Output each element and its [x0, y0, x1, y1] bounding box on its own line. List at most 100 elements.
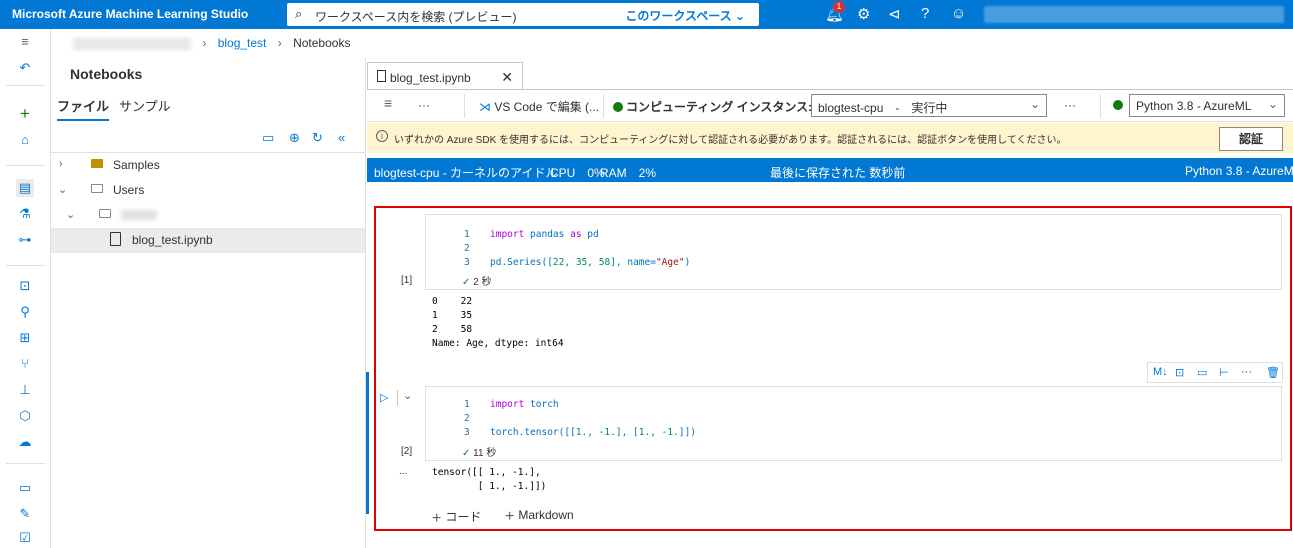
tree-item-label: blog_test.ipynb [132, 233, 213, 247]
active-cell-indicator [366, 372, 369, 514]
execution-count: [2] [401, 446, 413, 457]
compute-icon[interactable]: ▭ [16, 479, 34, 497]
markdown-toggle-icon[interactable]: M↓ [1153, 366, 1168, 378]
collapse-panel-icon[interactable]: « [338, 130, 345, 145]
code-cell-2[interactable]: 1 2 3 import torch torch.tensor([[1., -1… [425, 386, 1282, 461]
code-line[interactable]: pd.Series([22, 35, 58], name="Age") [490, 257, 690, 268]
plus-icon: + [432, 510, 442, 527]
kernel-state: blogtest-cpu - カーネルのアイドル [374, 166, 558, 180]
chevron-down-icon[interactable]: ⌄ [66, 208, 75, 221]
rail-divider [6, 265, 45, 266]
tree-item-samples[interactable]: › Samples [51, 153, 365, 178]
automl-icon[interactable]: ⚗ [16, 205, 34, 223]
add-code-cell-button[interactable]: + コード [432, 508, 481, 528]
datasets-icon[interactable]: ⊡ [16, 277, 34, 295]
labeling-icon[interactable]: ☑ [16, 529, 34, 547]
back-icon[interactable]: ↶ [16, 59, 34, 77]
tree-item-users[interactable]: ⌄ Users [51, 178, 365, 203]
auth-warning-banner: i いずれかの Azure SDK を使用するには、コンピューティングに対して認… [367, 123, 1293, 153]
menu-icon[interactable]: ≡ [384, 95, 392, 111]
rail-divider [6, 463, 45, 464]
chevron-right-icon[interactable]: › [59, 158, 63, 170]
models-icon[interactable]: ⊥ [16, 381, 34, 399]
settings-icon[interactable]: ⚙ [857, 5, 870, 23]
vscode-edit-button[interactable]: ⋊ VS Code で編集 (... [479, 98, 599, 115]
hamburger-menu-icon[interactable]: ≡ [16, 33, 34, 51]
deploy-icon[interactable]: ☁ [16, 433, 34, 451]
feedback-icon[interactable]: ⊲ [888, 5, 901, 23]
models-graph-icon[interactable]: ⑂ [16, 355, 34, 373]
execution-time: ✓ 2 秒 [462, 277, 492, 288]
run-by-line-icon[interactable]: ⊡ [1175, 366, 1184, 379]
breadcrumb: › blog_test › Notebooks [73, 36, 350, 50]
new-icon[interactable]: + [16, 105, 34, 123]
breadcrumb-current: Notebooks [293, 36, 351, 50]
more-options-icon[interactable]: ··· [1241, 366, 1252, 378]
notification-badge: 1 [833, 1, 845, 13]
search-input[interactable]: ワークスペース内を検索 (プレビュー) [315, 8, 517, 25]
file-tab[interactable]: blog_test.ipynb ✕ [367, 62, 523, 90]
search-box[interactable]: ⌕ ワークスペース内を検索 (プレビュー) このワークスペース ⌄ [287, 3, 759, 26]
tree-item-user-folder[interactable]: ⌄ [51, 203, 365, 228]
close-icon[interactable]: ✕ [501, 69, 513, 86]
add-markdown-cell-button[interactable]: + Markdown [505, 508, 574, 526]
code-line[interactable]: torch.tensor([[1., -1.], [1., -1.]]) [490, 427, 696, 438]
cpu-usage: CPU 0% [550, 166, 605, 180]
code-line[interactable]: import torch [490, 399, 559, 410]
endpoints-icon[interactable]: ⬡ [16, 407, 34, 425]
folder-open-icon [91, 184, 103, 193]
help-icon[interactable]: ? [921, 5, 929, 22]
tab-samples[interactable]: サンプル [119, 96, 171, 115]
kernel-select[interactable]: Python 3.8 - AzureML ⌄ [1129, 94, 1285, 117]
breadcrumb-workspace[interactable]: blog_test [218, 36, 267, 50]
tree-item-notebook-file[interactable]: blog_test.ipynb [51, 228, 365, 253]
more-options-icon[interactable]: ··· [418, 98, 430, 112]
terminal-icon[interactable]: ▭ [262, 130, 274, 146]
panel-title: Notebooks [70, 66, 143, 82]
delete-icon[interactable]: 🗑︎ [1266, 366, 1280, 379]
add-file-icon[interactable]: ⊕ [289, 130, 300, 146]
file-explorer-panel: Notebooks ファイル サンプル ▭ ⊕ ↻ « › Samples ⌄ … [51, 58, 366, 548]
comment-icon[interactable]: ▭ [1197, 366, 1207, 379]
compute-instance-select[interactable]: blogtest-cpu - 実行中 ⌄ [811, 94, 1047, 117]
code-cell-1[interactable]: 1 2 3 import pandas as pd pd.Series([22,… [425, 214, 1282, 290]
datastore-icon[interactable]: ✎ [16, 505, 34, 523]
authenticate-button[interactable]: 認証 [1219, 127, 1283, 151]
pipelines-icon[interactable]: ⊞ [16, 329, 34, 347]
smiley-icon[interactable]: ☺ [951, 5, 966, 22]
folder-icon [91, 159, 103, 168]
account-area[interactable] [984, 6, 1284, 23]
chevron-down-icon[interactable]: ⌄ [403, 389, 412, 402]
refresh-icon[interactable]: ↻ [312, 130, 323, 146]
code-line[interactable]: import pandas as pd [490, 229, 599, 240]
notebooks-icon[interactable]: ▤ [16, 179, 34, 197]
chevron-down-icon[interactable]: ⌄ [58, 183, 67, 196]
tab-files[interactable]: ファイル [57, 96, 110, 121]
plus-icon: + [505, 508, 515, 525]
search-scope-dropdown[interactable]: このワークスペース ⌄ [625, 7, 745, 24]
home-icon[interactable]: ⌂ [16, 131, 34, 149]
tree-item-label: Users [113, 183, 145, 197]
tree-item-label: Samples [113, 158, 160, 172]
line-number: 2 [464, 243, 470, 254]
line-number: 3 [464, 427, 470, 438]
experiments-icon[interactable]: ⚲ [16, 303, 34, 321]
run-divider [397, 390, 398, 406]
last-saved: 最後に保存された 数秒前 [770, 166, 906, 180]
output-collapse-toggle[interactable]: ... [399, 466, 407, 477]
breadcrumb-separator: › [277, 36, 282, 50]
workspace-name-blurred[interactable] [73, 37, 191, 50]
split-cell-icon[interactable]: ⊢ [1219, 366, 1229, 379]
cell-toolbar: M↓ ⊡ ▭ ⊢ ··· 🗑︎ [1147, 362, 1283, 383]
ram-usage: RAM 2% [600, 166, 657, 180]
compute-more-icon[interactable]: ··· [1064, 98, 1076, 112]
kernel-status-dot [1113, 100, 1123, 110]
search-icon: ⌕ [295, 6, 303, 21]
top-bar: Microsoft Azure Machine Learning Studio … [0, 0, 1293, 29]
run-cell-icon[interactable]: ▷ [380, 391, 388, 404]
app-title[interactable]: Microsoft Azure Machine Learning Studio [12, 7, 248, 21]
kernel-status-bar: blogtest-cpu - カーネルのアイドル CPU 0% RAM 2% 最… [367, 158, 1293, 182]
designer-icon[interactable]: ⊶ [16, 231, 34, 249]
cell-output-line: Name: Age, dtype: int64 [432, 338, 564, 349]
notebook-file-icon [377, 70, 386, 82]
